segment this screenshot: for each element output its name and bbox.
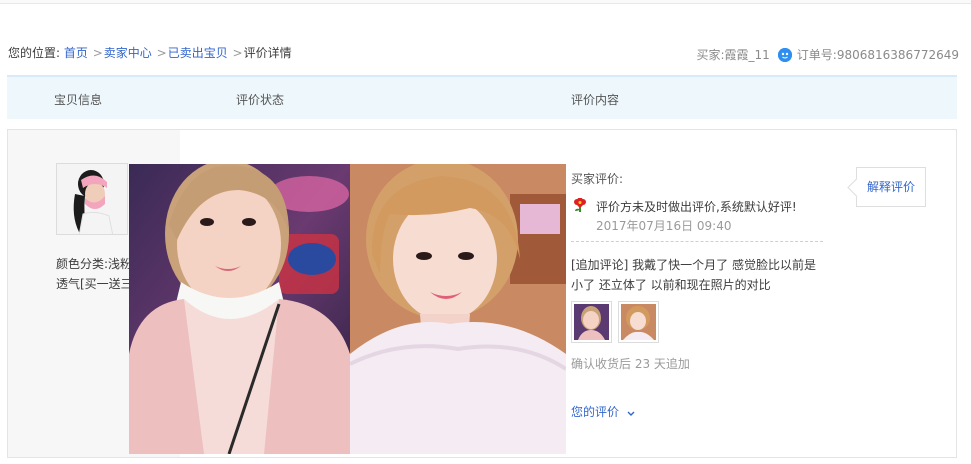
review-divider <box>571 241 823 242</box>
column-item-info: 宝贝信息 <box>54 93 103 107</box>
item-sku-line: 颜色分类:浅粉 <box>56 257 133 271</box>
order-number: 9806816386772649 <box>836 48 959 62</box>
breadcrumb-sold-items-link[interactable]: 已卖出宝贝 <box>168 46 228 60</box>
breadcrumb-separator: > <box>232 46 243 60</box>
review-photo-preview-before[interactable] <box>129 164 350 454</box>
buyer-label: 买家: <box>696 48 725 62</box>
append-photo-thumbnail[interactable] <box>618 301 659 343</box>
review-date: 2017年07月16日 09:40 <box>596 219 732 233</box>
red-flower-icon <box>572 197 588 212</box>
breadcrumb-current: 评价详情 <box>243 46 292 60</box>
order-info: 买家: 霞霞_11 订单号: 9806816386772649 <box>696 47 959 63</box>
breadcrumb-seller-center-link[interactable]: 卖家中心 <box>104 46 152 60</box>
breadcrumb: 您的位置: 首页 >卖家中心 >已卖出宝贝 >评价详情 <box>8 45 292 61</box>
default-review-text: 评价方未及时做出评价,系统默认好评! <box>596 200 797 214</box>
chevron-down-icon <box>627 406 635 420</box>
your-review-toggle[interactable]: 您的评价 <box>571 403 635 420</box>
top-border <box>0 0 971 4</box>
breadcrumb-separator: > <box>156 46 167 60</box>
review-photo-preview-after[interactable] <box>350 164 566 454</box>
item-thumbnail[interactable] <box>56 163 128 235</box>
column-review-content: 评价内容 <box>571 93 620 107</box>
buyer-name[interactable]: 霞霞_11 <box>725 47 770 63</box>
review-table-header: 宝贝信息 评价状态 评价内容 <box>7 75 957 119</box>
column-review-status: 评价状态 <box>236 93 285 107</box>
item-sku-line: 透气[买一送三 <box>56 277 133 291</box>
explain-review-button[interactable]: 解释评价 <box>856 167 926 207</box>
item-sku-description: 颜色分类:浅粉 透气[买一送三 <box>56 254 136 294</box>
order-number-label: 订单号: <box>796 48 837 62</box>
breadcrumb-home-link[interactable]: 首页 <box>64 46 88 60</box>
buyer-review-label: 买家评价: <box>571 172 624 186</box>
append-time-note: 确认收货后 23 天追加 <box>571 357 690 371</box>
wangwang-chat-icon[interactable] <box>777 48 792 62</box>
append-review-photos <box>571 301 659 343</box>
your-review-label: 您的评价 <box>571 405 620 419</box>
append-review-text: [追加评论] 我戴了快一个月了 感觉脸比以前是小了 还立体了 以前和现在照片的对… <box>571 258 816 292</box>
append-photo-thumbnail[interactable] <box>571 301 612 343</box>
breadcrumb-separator: > <box>92 46 103 60</box>
breadcrumb-prefix: 您的位置: <box>8 46 61 60</box>
